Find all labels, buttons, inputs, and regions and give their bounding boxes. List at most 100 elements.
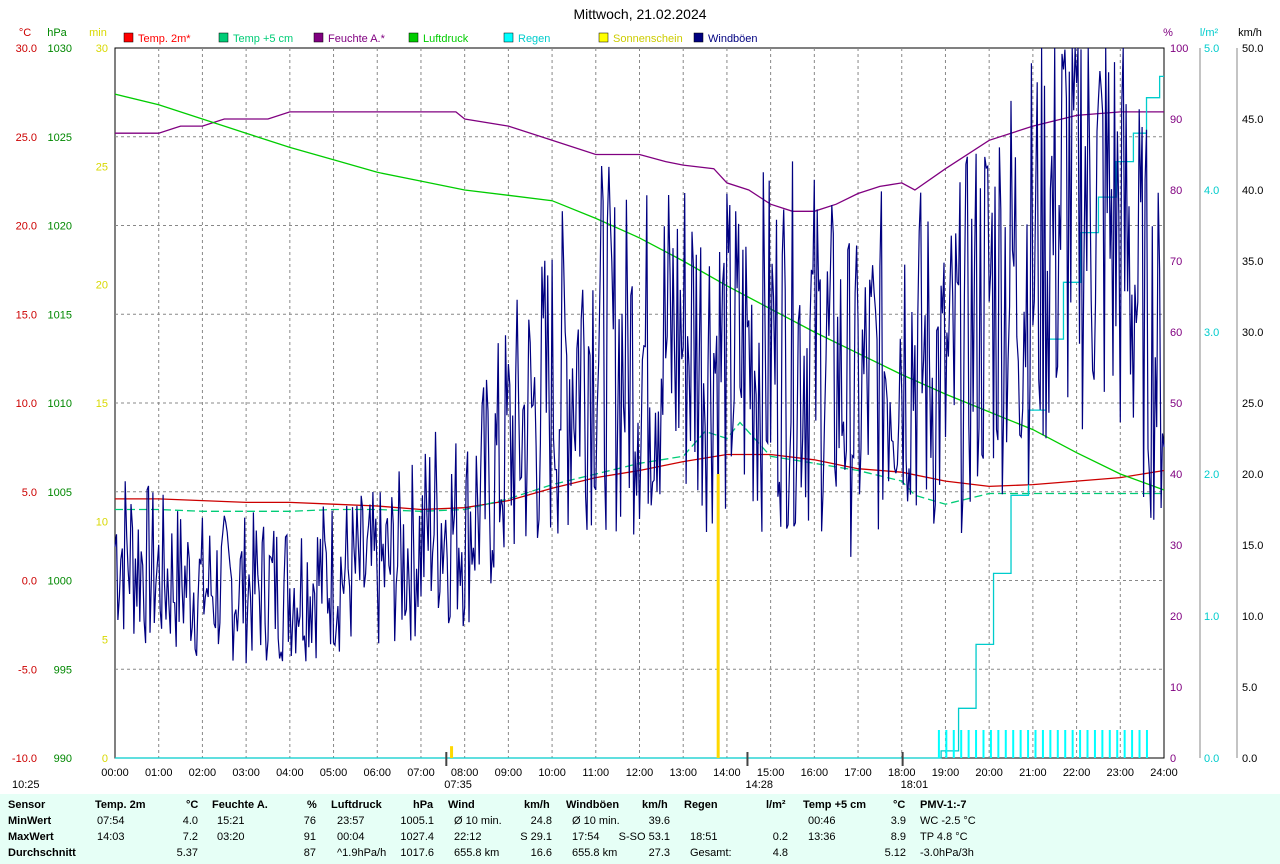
tick-label-x: 18:00 xyxy=(888,767,916,779)
tick-label-x: 03:00 xyxy=(232,767,260,779)
legend-swatch xyxy=(408,32,419,43)
axis-unit-sun: min xyxy=(89,27,107,39)
stats-cell: Ø 10 min. xyxy=(572,815,620,827)
stats-cell: 13:36 xyxy=(808,831,836,843)
marker-label: 07:35 xyxy=(444,779,472,791)
stats-cell: 14:03 xyxy=(97,831,125,843)
tick-label-x: 11:00 xyxy=(582,767,609,779)
tick-label-sun: 25 xyxy=(96,161,108,173)
stats-cell: 8.9 xyxy=(890,831,906,843)
stats-cell: 24.8 xyxy=(530,815,552,827)
stats-cell: 4.0 xyxy=(182,815,198,827)
legend-swatch xyxy=(598,32,609,43)
tick-label-x: 05:00 xyxy=(320,767,348,779)
stats-header-gusts-unit: km/h xyxy=(642,799,668,811)
weather-chart: Mittwoch, 21.02.2024 °C hPa min% l/m² km/h 30.… xyxy=(12,6,1264,791)
stats-cell: 0.2 xyxy=(772,831,788,843)
tick-label-pressure: 990 xyxy=(54,753,72,765)
tick-label-sun: 10 xyxy=(96,516,108,528)
tick-label-x: 10:00 xyxy=(538,767,566,779)
tick-label-x: 04:00 xyxy=(276,767,304,779)
stats-row-label: MinWert xyxy=(8,815,52,827)
tick-label-wind: 0.0 xyxy=(1242,753,1257,765)
tick-label-temp: -10.0 xyxy=(12,753,37,765)
chart-title: Mittwoch, 21.02.2024 xyxy=(573,6,706,22)
tick-label-temp: 30.0 xyxy=(16,43,37,55)
tick-label-rain: 1.0 xyxy=(1204,611,1219,623)
tick-label-wind: 35.0 xyxy=(1242,256,1263,268)
tick-label-humidity: 0 xyxy=(1170,753,1176,765)
stats-cell: 27.3 xyxy=(648,847,670,859)
tick-label-temp: 15.0 xyxy=(16,309,37,321)
stats-header-wind: Wind xyxy=(448,799,475,811)
stats-cell: 00:46 xyxy=(808,815,836,827)
tick-label-wind: 40.0 xyxy=(1242,185,1263,197)
tick-label-x: 21:00 xyxy=(1019,767,1047,779)
stats-header-temp2m: Temp. 2m xyxy=(95,799,146,811)
tick-label-rain: 3.0 xyxy=(1204,327,1219,339)
tick-label-humidity: 40 xyxy=(1170,469,1182,481)
legend-label: Windböen xyxy=(708,33,758,45)
stats-header-sensor: Sensor xyxy=(8,799,46,811)
stats-cell: S 29.1 xyxy=(520,831,552,843)
stats-cell: 91 xyxy=(303,831,316,843)
tick-label-humidity: 60 xyxy=(1170,327,1182,339)
tick-label-rain: 5.0 xyxy=(1204,43,1219,55)
tick-label-wind: 15.0 xyxy=(1242,540,1263,552)
tick-label-wind: 5.0 xyxy=(1242,682,1257,694)
tick-label-humidity: 70 xyxy=(1170,256,1182,268)
stats-header-temp2m-unit: °C xyxy=(186,799,199,811)
tick-label-sun: 30 xyxy=(96,43,108,55)
tick-label-wind: 20.0 xyxy=(1242,469,1263,481)
tick-label-pressure: 995 xyxy=(54,664,72,676)
corner-time: 10:25 xyxy=(12,779,40,791)
tick-label-temp: 10.0 xyxy=(16,398,37,410)
stats-cell: 22:12 xyxy=(454,831,482,843)
tick-label-x: 14:00 xyxy=(713,767,741,779)
stats-cell: Gesamt: xyxy=(690,847,732,859)
legend-label: Temp +5 cm xyxy=(233,33,293,45)
stats-cell: 17:54 xyxy=(572,831,600,843)
tick-label-x: 13:00 xyxy=(669,767,697,779)
stats-cell: 655.8 km xyxy=(454,847,500,859)
legend-swatch xyxy=(218,32,229,43)
tick-label-x: 02:00 xyxy=(189,767,217,779)
stats-row-label: Durchschnitt xyxy=(8,847,76,859)
marker-label: 14:28 xyxy=(745,779,773,791)
stats-panel: Sensor Temp. 2m °C Feuchte A. % Luftdruc… xyxy=(0,794,1280,864)
stats-cell: 39.6 xyxy=(648,815,670,827)
tick-label-x: 23:00 xyxy=(1107,767,1135,779)
tick-label-rain: 0.0 xyxy=(1204,753,1219,765)
legend-label: Temp. 2m* xyxy=(138,33,191,45)
tick-label-humidity: 50 xyxy=(1170,398,1182,410)
marker-label: 18:01 xyxy=(901,779,929,791)
axis-unit-humidity: % xyxy=(1163,27,1173,39)
tick-label-pressure: 1015 xyxy=(48,309,72,321)
axis-unit-temp: °C xyxy=(19,27,31,39)
legend-label: Regen xyxy=(518,33,550,45)
tick-label-humidity: 20 xyxy=(1170,611,1182,623)
stats-row-label: MaxWert xyxy=(8,831,54,843)
stats-cell: 7.2 xyxy=(182,831,198,843)
legend-label: Luftdruck xyxy=(423,33,469,45)
tick-label-wind: 50.0 xyxy=(1242,43,1263,55)
tick-label-wind: 45.0 xyxy=(1242,114,1263,126)
stats-cell: 03:20 xyxy=(217,831,245,843)
stats-cell: 5.37 xyxy=(176,847,198,859)
tick-label-humidity: 30 xyxy=(1170,540,1182,552)
tick-label-x: 16:00 xyxy=(801,767,829,779)
tick-label-pressure: 1020 xyxy=(48,221,72,233)
stats-cell: 16.6 xyxy=(530,847,552,859)
sunshine-bar xyxy=(716,474,720,758)
tick-label-pressure: 1010 xyxy=(48,398,72,410)
stats-header-rain-unit: l/m² xyxy=(766,799,786,811)
tick-label-pressure: 1005 xyxy=(48,487,72,499)
tick-label-wind: 10.0 xyxy=(1242,611,1263,623)
tick-label-wind: 30.0 xyxy=(1242,327,1263,339)
tick-label-pressure: 1030 xyxy=(48,43,72,55)
tick-label-x: 20:00 xyxy=(975,767,1003,779)
sunshine-bar xyxy=(450,746,454,758)
stats-cell: 87 xyxy=(303,847,316,859)
axis-unit-wind: km/h xyxy=(1238,27,1262,39)
tick-label-sun: 15 xyxy=(96,398,108,410)
